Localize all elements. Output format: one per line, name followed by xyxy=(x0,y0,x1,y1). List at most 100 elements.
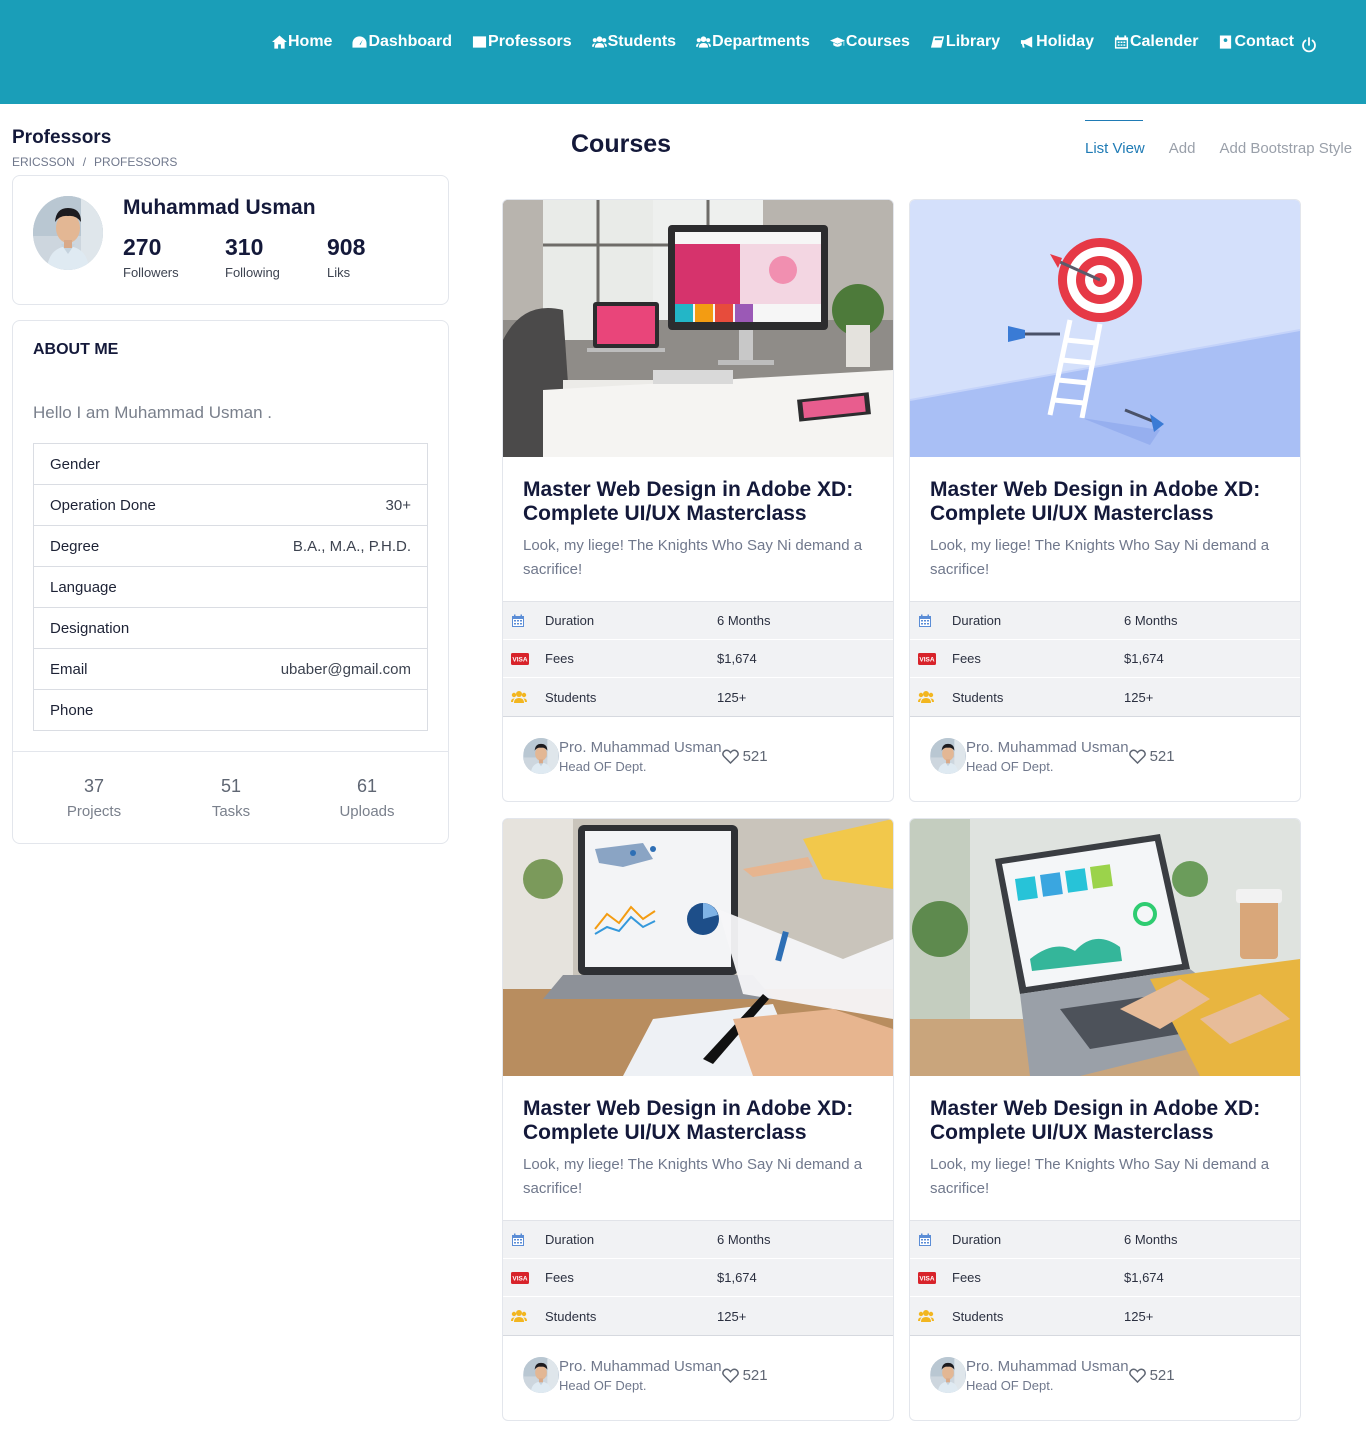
course-card[interactable]: Master Web Design in Adobe XD: Complete … xyxy=(909,818,1301,1421)
course-description: Look, my liege! The Knights Who Say Ni d… xyxy=(930,537,1270,578)
heart-icon xyxy=(1129,749,1146,764)
instructor-name[interactable]: Pro. Muhammad Usman xyxy=(966,1358,1129,1375)
nav-departments[interactable]: Departments xyxy=(696,33,810,51)
active-tab-indicator xyxy=(1085,120,1143,121)
course-description: Look, my liege! The Knights Who Say Ni d… xyxy=(523,1156,863,1197)
id-card-icon xyxy=(472,35,487,49)
desk-computer-photo xyxy=(503,200,893,457)
like-count: 521 xyxy=(1149,747,1175,765)
calendar-icon xyxy=(1114,35,1129,49)
instructor-name[interactable]: Pro. Muhammad Usman xyxy=(559,1358,722,1375)
about-text: Hello I am Muhammad Usman . xyxy=(33,403,273,422)
course-details: Duration 6 Months Fees $1,674 Students 125+ xyxy=(503,1220,893,1336)
info-row-designation: Designation xyxy=(34,608,427,649)
info-row-degree: Degree B.A., M.A., P.H.D. xyxy=(34,526,427,567)
nav-students[interactable]: Students xyxy=(592,33,676,51)
info-key: Phone xyxy=(50,701,94,719)
course-row-duration: Duration 6 Months xyxy=(910,1221,1300,1259)
instructor-avatar xyxy=(930,738,966,774)
users-icon xyxy=(511,1309,527,1323)
info-key: Email xyxy=(50,660,88,678)
course-row-duration: Duration 6 Months xyxy=(503,1221,893,1259)
course-card[interactable]: Master Web Design in Adobe XD: Complete … xyxy=(502,199,894,802)
instructor-role: Head OF Dept. xyxy=(966,758,1054,774)
uploads-count: 61 xyxy=(356,776,378,796)
info-key: Degree xyxy=(50,537,100,555)
course-row-value: 6 Months xyxy=(1124,1232,1178,1247)
uploads-label: Uploads xyxy=(339,803,395,820)
breadcrumb-root[interactable]: ERICSSON xyxy=(12,155,75,169)
graduation-cap-icon xyxy=(830,35,845,49)
course-row-key: Students xyxy=(545,689,597,705)
course-title[interactable]: Master Web Design in Adobe XD: Complete … xyxy=(930,1097,1290,1145)
visa-icon xyxy=(511,1272,529,1284)
power-icon[interactable] xyxy=(1300,36,1318,54)
course-title[interactable]: Master Web Design in Adobe XD: Complete … xyxy=(523,478,883,526)
nav-calender[interactable]: Calender xyxy=(1114,33,1198,51)
instructor-name[interactable]: Pro. Muhammad Usman xyxy=(559,739,722,756)
projects-stat: 37 Projects xyxy=(34,776,154,820)
nav-professors[interactable]: Professors xyxy=(472,33,572,51)
course-row-value: 6 Months xyxy=(717,613,771,628)
gauge-icon xyxy=(352,35,367,49)
course-row-value: 6 Months xyxy=(1124,613,1178,628)
course-row-fees: Fees $1,674 xyxy=(910,640,1300,678)
course-row-students: Students 125+ xyxy=(503,678,893,716)
following-label: Following xyxy=(225,265,280,280)
nav-courses[interactable]: Courses xyxy=(830,33,910,51)
nav-dashboard[interactable]: Dashboard xyxy=(352,33,452,51)
like-button[interactable]: 521 xyxy=(722,748,768,765)
nav-holiday[interactable]: Holiday xyxy=(1020,33,1094,51)
heart-icon xyxy=(722,749,739,764)
like-count: 521 xyxy=(742,747,768,765)
instructor-name[interactable]: Pro. Muhammad Usman xyxy=(966,739,1129,756)
users-icon xyxy=(511,690,527,704)
course-row-fees: Fees $1,674 xyxy=(503,640,893,678)
course-card[interactable]: Master Web Design in Adobe XD: Complete … xyxy=(502,818,894,1421)
users-icon xyxy=(918,1309,934,1323)
likes-count: 908 xyxy=(327,234,366,260)
course-details: Duration 6 Months Fees $1,674 Students 125+ xyxy=(910,1220,1300,1336)
info-row-phone: Phone xyxy=(34,690,427,730)
nav-contact[interactable]: Contact xyxy=(1218,33,1294,51)
tasks-label: Tasks xyxy=(211,803,251,820)
course-row-value: 125+ xyxy=(717,689,747,705)
course-row-value: 125+ xyxy=(1124,1308,1154,1324)
followers-count: 270 xyxy=(123,234,162,260)
courses-title: Courses xyxy=(571,130,672,158)
projects-count: 37 xyxy=(83,776,105,796)
course-footer: Pro. Muhammad Usman Head OF Dept. 521 xyxy=(930,1357,1175,1393)
tab-add-bootstrap-style[interactable]: Add Bootstrap Style xyxy=(1219,140,1352,157)
tab-list-view[interactable]: List View xyxy=(1085,140,1145,157)
nav-library[interactable]: Library xyxy=(930,33,1000,51)
dashboard-laptop-photo xyxy=(910,819,1300,1076)
about-title: ABOUT ME xyxy=(33,341,119,358)
course-title[interactable]: Master Web Design in Adobe XD: Complete … xyxy=(523,1097,883,1145)
instructor-avatar xyxy=(523,738,559,774)
calendar-icon xyxy=(918,614,932,628)
instructor-info: Pro. Muhammad Usman Head OF Dept. xyxy=(966,739,1129,774)
nav-professors-label: Professors xyxy=(488,33,572,50)
instructor-info: Pro. Muhammad Usman Head OF Dept. xyxy=(559,1358,722,1393)
like-button[interactable]: 521 xyxy=(722,1367,768,1384)
nav-home[interactable]: Home xyxy=(272,33,332,51)
visa-icon xyxy=(511,653,529,665)
course-title[interactable]: Master Web Design in Adobe XD: Complete … xyxy=(930,478,1290,526)
course-description: Look, my liege! The Knights Who Say Ni d… xyxy=(930,1156,1270,1197)
profile-card: Muhammad Usman 270 Followers 310 Followi… xyxy=(12,175,449,305)
course-card[interactable]: Master Web Design in Adobe XD: Complete … xyxy=(909,199,1301,802)
about-card: ABOUT ME Hello I am Muhammad Usman . Gen… xyxy=(12,320,449,844)
course-row-value: $1,674 xyxy=(1124,1270,1164,1285)
like-button[interactable]: 521 xyxy=(1129,1367,1175,1384)
like-button[interactable]: 521 xyxy=(1129,748,1175,765)
contact-card-icon xyxy=(1218,35,1233,49)
tab-add[interactable]: Add xyxy=(1169,140,1196,157)
following-count: 310 xyxy=(225,234,264,260)
instructor-avatar xyxy=(523,1357,559,1393)
course-row-key: Fees xyxy=(545,651,574,666)
course-row-key: Students xyxy=(952,1308,1004,1324)
nav-calender-label: Calender xyxy=(1129,33,1199,50)
instructor-info: Pro. Muhammad Usman Head OF Dept. xyxy=(559,739,722,774)
info-key: Gender xyxy=(50,455,101,473)
info-row-email: Email ubaber@gmail.com xyxy=(34,649,427,690)
